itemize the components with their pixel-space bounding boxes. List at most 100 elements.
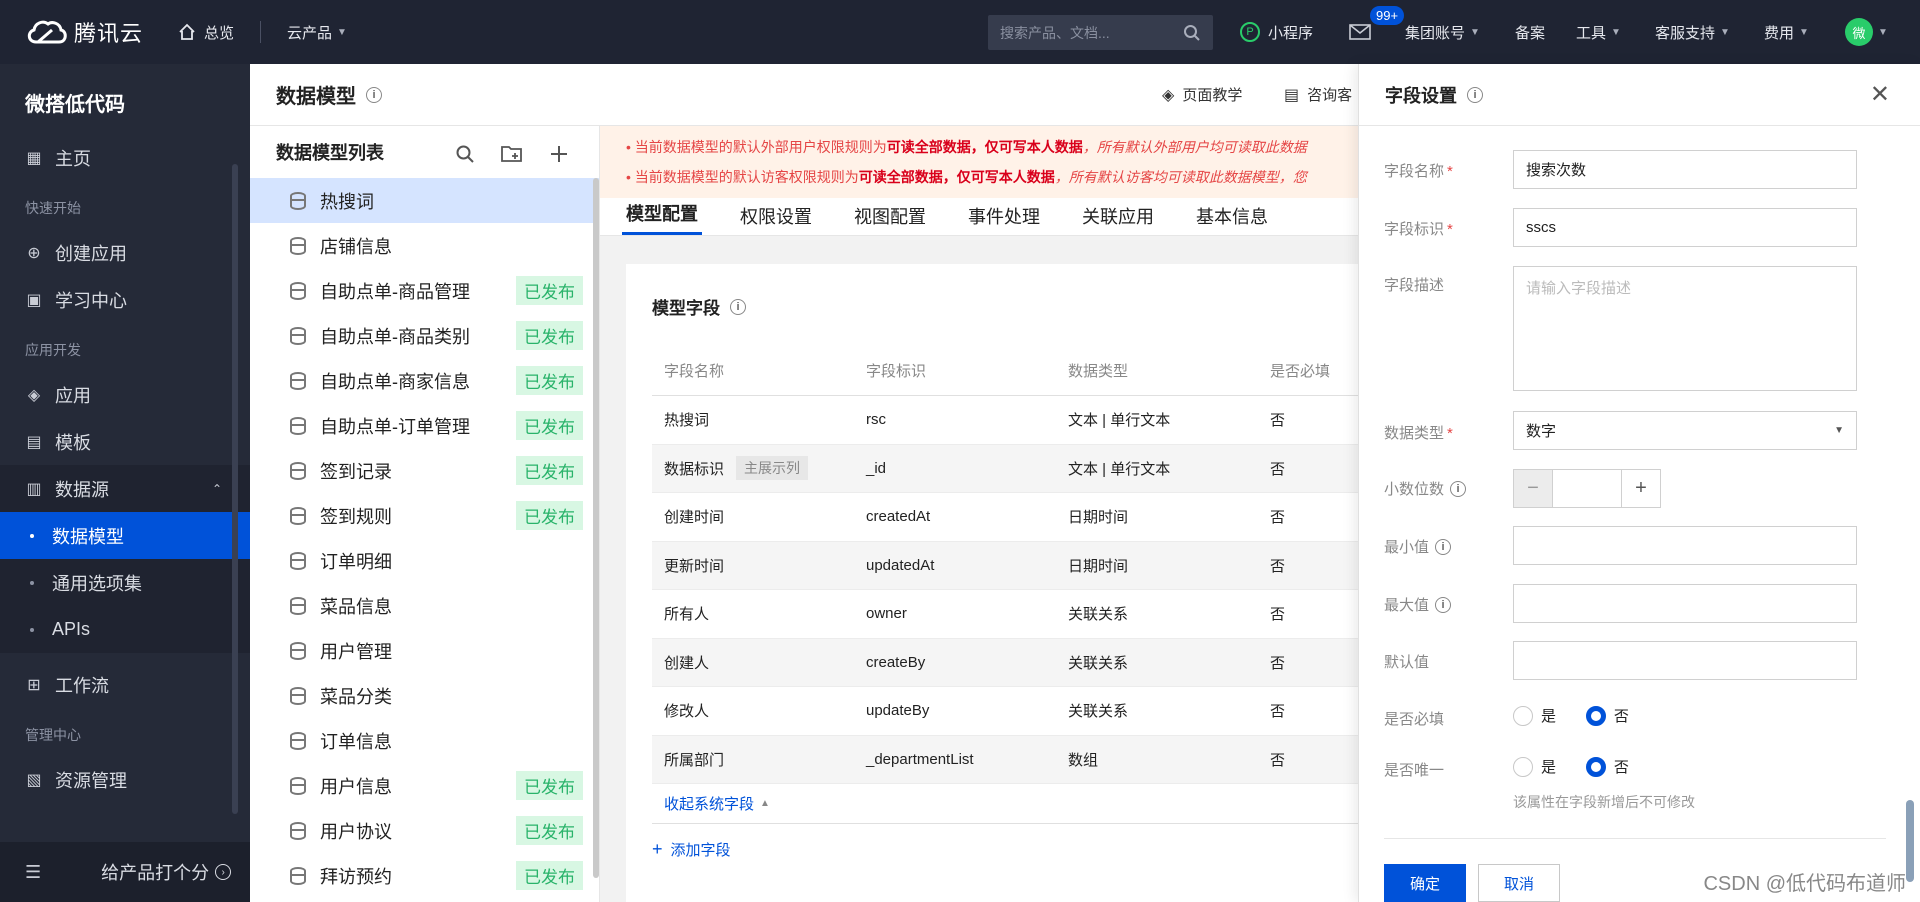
list-item[interactable]: 菜品分类 xyxy=(250,673,599,718)
info-icon[interactable]: i xyxy=(1435,596,1452,613)
default-value-input[interactable] xyxy=(1513,641,1857,680)
info-icon[interactable]: i xyxy=(1450,480,1467,497)
sidebar-item-apis[interactable]: APIs xyxy=(0,606,250,653)
miniprogram-link[interactable]: P 小程序 xyxy=(1240,0,1313,64)
min-value-input[interactable] xyxy=(1513,526,1857,565)
sidebar-item-learn-center[interactable]: ▣ 学习中心 xyxy=(0,276,250,323)
sidebar-scrollbar[interactable] xyxy=(232,164,238,814)
add-icon[interactable] xyxy=(549,144,569,164)
field-required: 否 xyxy=(1270,557,1286,575)
list-item[interactable]: 自助点单-商家信息 已发布 xyxy=(250,358,599,403)
unique-yes-radio[interactable] xyxy=(1513,756,1533,777)
list-item[interactable]: 订单明细 xyxy=(250,538,599,583)
cancel-button[interactable]: 取消 xyxy=(1478,864,1560,902)
field-desc-textarea[interactable]: 请输入字段描述 xyxy=(1513,266,1857,391)
info-icon[interactable]: i xyxy=(366,86,382,103)
list-item[interactable]: 菜品信息 xyxy=(250,583,599,628)
cloud-products-menu[interactable]: 云产品 ▼ xyxy=(287,22,347,43)
list-item[interactable]: 热搜词 xyxy=(250,178,599,223)
page-tutorial-button[interactable]: ◈ 页面教学 xyxy=(1162,84,1242,105)
tab-basic-info[interactable]: 基本信息 xyxy=(1192,203,1272,235)
status-badge: 已发布 xyxy=(516,771,583,800)
search-icon[interactable] xyxy=(455,144,475,164)
list-item[interactable]: 自助点单-商品管理 已发布 xyxy=(250,268,599,313)
support-label: 客服支持 xyxy=(1655,24,1716,42)
table-row[interactable]: 更新时间 updatedAt 日期时间 否 xyxy=(652,541,1358,590)
table-row[interactable]: 所属部门 _departmentList 数组 否 xyxy=(652,735,1358,784)
list-item[interactable]: 店铺信息 xyxy=(250,223,599,268)
drawer-scroll-handle[interactable] xyxy=(1906,800,1914,882)
overview-link[interactable]: 总览 xyxy=(178,22,234,43)
max-value-input[interactable] xyxy=(1513,584,1857,623)
decimals-stepper[interactable]: − + xyxy=(1513,469,1661,508)
tab-view-config[interactable]: 视图配置 xyxy=(850,203,930,235)
list-item[interactable]: 签到规则 已发布 xyxy=(250,493,599,538)
info-icon[interactable]: i xyxy=(1467,86,1483,103)
tab-permissions[interactable]: 权限设置 xyxy=(736,203,816,235)
tools-menu[interactable]: 工具 ▼ xyxy=(1576,0,1621,64)
confirm-button[interactable]: 确定 xyxy=(1384,864,1466,902)
table-row[interactable]: 创建人 createBy 关联关系 否 xyxy=(652,638,1358,687)
brand-logo[interactable]: 腾讯云 xyxy=(0,16,160,48)
list-item[interactable]: 用户协议 已发布 xyxy=(250,808,599,853)
sidebar-item-data-model[interactable]: 数据模型 xyxy=(0,512,250,559)
group-account-menu[interactable]: 集团账号 ▼ xyxy=(1405,0,1480,64)
sidebar-item-workflow[interactable]: ⊞ 工作流 xyxy=(0,661,250,708)
field-key-input[interactable]: sscs xyxy=(1513,208,1857,247)
search-icon[interactable] xyxy=(1183,24,1201,42)
message-icon[interactable] xyxy=(1349,0,1371,64)
collapse-menu-icon[interactable]: ☰ xyxy=(25,862,41,883)
info-icon[interactable]: i xyxy=(730,298,746,315)
sidebar-item-resource-mgmt[interactable]: ▧ 资源管理 xyxy=(0,756,250,803)
required-no-radio[interactable] xyxy=(1585,705,1606,726)
list-item[interactable]: 签到记录 已发布 xyxy=(250,448,599,493)
miniprogram-label: 小程序 xyxy=(1268,24,1314,42)
add-field-button[interactable]: + 添加字段 xyxy=(652,824,1358,874)
list-item[interactable]: 自助点单-商品类别 已发布 xyxy=(250,313,599,358)
user-menu[interactable]: 微 ▼ xyxy=(1845,0,1888,64)
required-yes-radio[interactable] xyxy=(1513,705,1533,726)
unique-no-radio[interactable] xyxy=(1585,756,1606,777)
field-name-input[interactable]: 搜索次数 xyxy=(1513,150,1857,189)
table-row[interactable]: 热搜词 rsc 文本 | 单行文本 否 xyxy=(652,396,1358,445)
filing-link[interactable]: 备案 xyxy=(1515,0,1545,64)
billing-menu[interactable]: 费用 ▼ xyxy=(1764,0,1809,64)
model-list-scrollbar[interactable] xyxy=(593,178,599,878)
sidebar-item-option-sets[interactable]: 通用选项集 xyxy=(0,559,250,606)
notice-italic: ，所有默认外部用户均可读取此数据 xyxy=(1082,139,1307,155)
info-icon[interactable]: i xyxy=(1435,538,1452,555)
rate-product-link[interactable]: 给产品打个分 xyxy=(101,859,209,885)
new-folder-icon[interactable] xyxy=(501,144,523,164)
data-type-select[interactable]: 数字 ▼ xyxy=(1513,411,1857,450)
table-row[interactable]: 创建时间 createdAt 日期时间 否 xyxy=(652,493,1358,542)
avatar: 微 xyxy=(1845,18,1873,46)
sidebar-item-label: 创建应用 xyxy=(55,243,127,264)
model-fields-card: 模型字段 i 字段名称 字段标识 数据类型 是否必填 热搜词 rsc 文本 | 单行… xyxy=(626,264,1358,902)
sidebar-item-templates[interactable]: ▤ 模板 xyxy=(0,418,250,465)
decimals-input[interactable] xyxy=(1552,470,1622,507)
list-item[interactable]: 用户信息 已发布 xyxy=(250,763,599,808)
close-icon[interactable]: ✕ xyxy=(1870,80,1890,109)
tab-model-config[interactable]: 模型配置 xyxy=(622,200,702,235)
data-type-label: 数据类型 * xyxy=(1384,422,1516,443)
sidebar-item-create-app[interactable]: ⊕ 创建应用 xyxy=(0,229,250,276)
list-item[interactable]: 自助点单-订单管理 已发布 xyxy=(250,403,599,448)
support-menu[interactable]: 客服支持 ▼ xyxy=(1655,0,1730,64)
consult-button[interactable]: ▤ 咨询客 xyxy=(1284,84,1352,105)
database-icon xyxy=(290,866,306,885)
list-item[interactable]: 拜访预约 已发布 xyxy=(250,853,599,898)
global-search-input[interactable]: 搜索产品、文档... xyxy=(988,15,1213,50)
decrement-button[interactable]: − xyxy=(1514,470,1552,507)
increment-button[interactable]: + xyxy=(1622,470,1660,507)
list-item[interactable]: 用户管理 xyxy=(250,628,599,673)
collapse-system-fields[interactable]: 收起系统字段 ▲ xyxy=(652,784,1358,824)
sidebar-item-home[interactable]: ▦ 主页 xyxy=(0,134,250,181)
sidebar-item-datasource[interactable]: ▥ 数据源 ⌃ xyxy=(0,465,250,512)
table-row[interactable]: 修改人 updateBy 关联关系 否 xyxy=(652,687,1358,736)
tab-related-apps[interactable]: 关联应用 xyxy=(1078,203,1158,235)
table-row[interactable]: 数据标识 主展示列 _id 文本 | 单行文本 否 xyxy=(652,444,1358,493)
sidebar-item-apps[interactable]: ◈ 应用 xyxy=(0,371,250,418)
tab-event-handling[interactable]: 事件处理 xyxy=(964,203,1044,235)
list-item[interactable]: 订单信息 xyxy=(250,718,599,763)
table-row[interactable]: 所有人 owner 关联关系 否 xyxy=(652,590,1358,639)
